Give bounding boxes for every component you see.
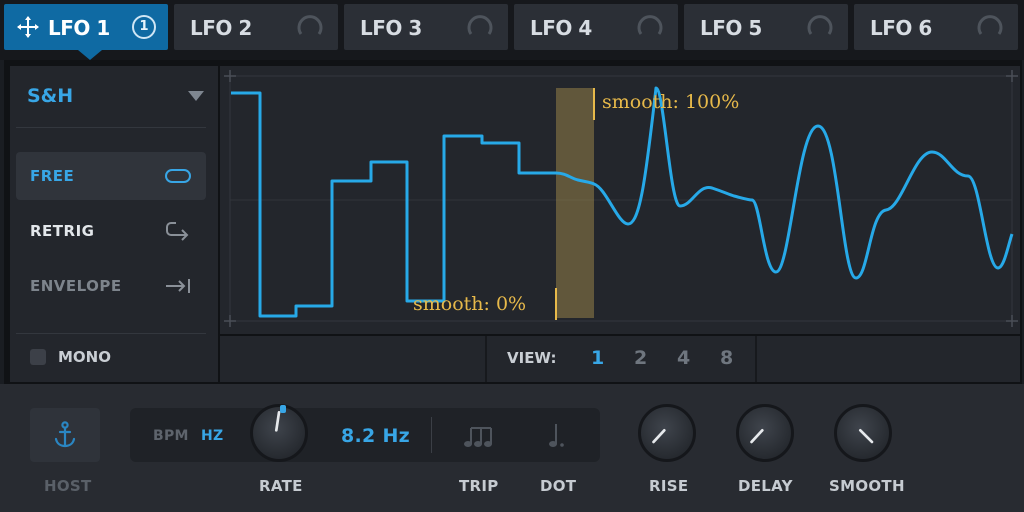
- delay-knob[interactable]: [736, 404, 794, 462]
- tab-lfo-6[interactable]: LFO 6: [854, 4, 1018, 50]
- smooth-min-annotation: smooth: 0%: [413, 293, 527, 315]
- move-icon[interactable]: [16, 15, 40, 39]
- view-option-2[interactable]: 2: [634, 347, 647, 369]
- envelope-one-shot-icon: [166, 279, 190, 293]
- host-label: HOST: [44, 477, 92, 495]
- smooth-max-marker: [593, 88, 595, 120]
- tab-lfo-5[interactable]: LFO 5: [684, 4, 848, 50]
- mod-ring-icon: [637, 15, 663, 35]
- dotted-label: DOT: [540, 477, 577, 495]
- smooth-label: SMOOTH: [829, 477, 905, 495]
- tab-lfo-3[interactable]: LFO 3: [344, 4, 508, 50]
- tab-lfo-2[interactable]: LFO 2: [174, 4, 338, 50]
- host-sync-button[interactable]: [30, 408, 100, 462]
- mode-label: FREE: [30, 167, 75, 185]
- mode-label: ENVELOPE: [30, 277, 122, 295]
- knob-indicator: [750, 428, 764, 444]
- divider: [16, 333, 206, 334]
- view-option-4[interactable]: 4: [677, 347, 690, 369]
- tab-lfo-4[interactable]: LFO 4: [514, 4, 678, 50]
- rate-label: RATE: [259, 477, 303, 495]
- rise-knob[interactable]: [638, 404, 696, 462]
- tab-label: LFO 5: [700, 16, 762, 40]
- mode-label: RETRIG: [30, 222, 95, 240]
- triplet-label: TRIP: [459, 477, 499, 495]
- mode-envelope-button[interactable]: ENVELOPE: [16, 262, 206, 310]
- rate-knob-arc: [280, 405, 286, 413]
- view-option-8[interactable]: 8: [720, 347, 733, 369]
- modulation-count-badge: 1: [132, 15, 156, 39]
- triplet-notes-icon[interactable]: [462, 420, 494, 450]
- smooth-max-annotation: smooth: 100%: [602, 91, 740, 113]
- mono-label: MONO: [58, 348, 111, 366]
- hz-toggle[interactable]: HZ: [201, 428, 223, 444]
- mod-ring-icon: [977, 15, 1003, 35]
- tab-label: LFO 4: [530, 16, 592, 40]
- tab-lfo-1[interactable]: LFO 1 1: [4, 4, 168, 60]
- lfo-tab-bar: LFO 1 1 LFO 2 LFO 3 LFO 4 LFO 5 LFO 6: [0, 0, 1024, 60]
- active-tab-pointer: [78, 50, 102, 60]
- anchor-icon: [54, 421, 76, 448]
- mod-ring-icon: [807, 15, 833, 35]
- mode-free-button[interactable]: FREE: [16, 152, 206, 200]
- mono-checkbox[interactable]: [30, 349, 46, 365]
- knob-indicator: [858, 428, 874, 444]
- tab-label: LFO 6: [870, 16, 932, 40]
- rate-value[interactable]: 8.2 Hz: [341, 425, 410, 447]
- chevron-down-icon: [188, 91, 204, 101]
- mod-ring-icon: [297, 15, 323, 35]
- dotted-note-icon[interactable]: [546, 420, 570, 450]
- view-zoom-bar: VIEW: 1 2 4 8: [220, 336, 1020, 382]
- view-option-1[interactable]: 1: [591, 347, 604, 369]
- tab-label: LFO 3: [360, 16, 422, 40]
- retrigger-icon: [166, 222, 189, 241]
- smooth-transition-highlight: [556, 88, 594, 318]
- tab-label: LFO 1: [48, 16, 110, 40]
- delay-label: DELAY: [738, 477, 793, 495]
- loop-icon: [165, 169, 191, 183]
- mono-toggle[interactable]: MONO: [10, 336, 218, 380]
- smooth-min-marker: [555, 288, 557, 320]
- knob-indicator: [274, 411, 281, 432]
- rise-label: RISE: [649, 477, 689, 495]
- bpm-toggle[interactable]: BPM: [153, 428, 189, 444]
- waveform-value: S&H: [27, 85, 74, 107]
- view-label: VIEW:: [507, 349, 557, 367]
- divider: [16, 127, 206, 128]
- mod-ring-icon: [467, 15, 493, 35]
- rate-knob[interactable]: [250, 404, 308, 462]
- divider: [431, 417, 432, 453]
- smooth-knob[interactable]: [834, 404, 892, 462]
- divider: [755, 336, 757, 382]
- knob-indicator: [652, 428, 666, 444]
- lfo-waveform-line: [231, 86, 1014, 318]
- mode-retrig-button[interactable]: RETRIG: [16, 207, 206, 255]
- waveform-dropdown[interactable]: S&H: [10, 66, 218, 126]
- divider: [485, 336, 487, 382]
- tab-label: LFO 2: [190, 16, 252, 40]
